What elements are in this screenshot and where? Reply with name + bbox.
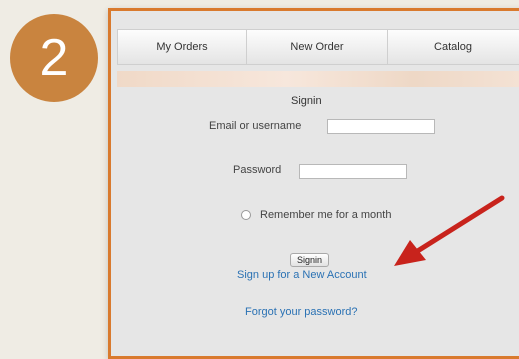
nav-item-catalog[interactable]: Catalog [388, 30, 518, 64]
banner-strip [117, 71, 519, 87]
radio-button-icon[interactable] [241, 210, 251, 220]
email-label: Email or username [209, 120, 302, 132]
remember-me-row[interactable]: Remember me for a month [241, 209, 391, 221]
app-window: My Orders New Order Catalog Signin Email… [108, 8, 519, 359]
signin-button[interactable]: Signin [290, 253, 330, 267]
step-badge: 2 [10, 14, 98, 102]
forgot-password-link[interactable]: Forgot your password? [245, 306, 358, 318]
top-nav: My Orders New Order Catalog [117, 29, 519, 65]
red-arrow-icon [394, 195, 505, 266]
signup-link[interactable]: Sign up for a New Account [237, 269, 367, 281]
step-number: 2 [39, 29, 69, 87]
remember-me-label: Remember me for a month [260, 209, 392, 221]
password-label: Password [233, 164, 282, 176]
email-field[interactable] [327, 119, 435, 134]
nav-item-new-order[interactable]: New Order [247, 30, 388, 64]
nav-item-my-orders[interactable]: My Orders [118, 30, 247, 64]
password-field[interactable] [299, 164, 407, 179]
signin-title: Signin [291, 95, 322, 107]
